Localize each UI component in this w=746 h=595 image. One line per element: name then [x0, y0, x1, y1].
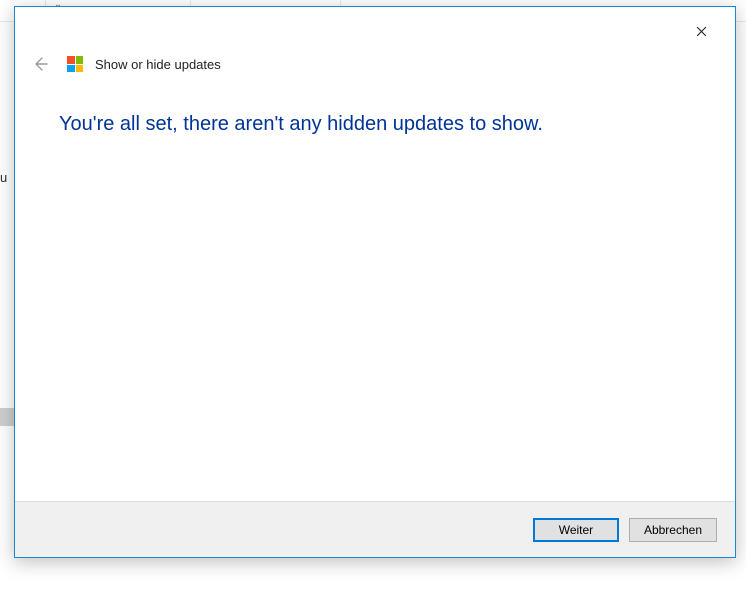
status-headline: You're all set, there aren't any hidden … — [59, 111, 691, 137]
dialog-header: Show or hide updates — [15, 47, 735, 75]
back-button[interactable] — [29, 53, 51, 75]
dialog-title: Show or hide updates — [95, 57, 221, 72]
close-icon — [696, 26, 707, 37]
dialog-button-bar: Weiter Abbrechen — [15, 501, 735, 557]
microsoft-logo-icon — [67, 56, 83, 72]
back-arrow-icon — [32, 56, 48, 72]
dialog-titlebar-area — [15, 7, 735, 47]
dialog-content: You're all set, there aren't any hidden … — [15, 75, 735, 501]
show-hide-updates-dialog: Show or hide updates You're all set, the… — [14, 6, 736, 558]
next-button[interactable]: Weiter — [533, 518, 619, 542]
background-scrollbar-fragment — [0, 408, 14, 426]
background-text-fragment: u — [0, 170, 7, 185]
cancel-button[interactable]: Abbrechen — [629, 518, 717, 542]
close-button[interactable] — [681, 17, 721, 45]
